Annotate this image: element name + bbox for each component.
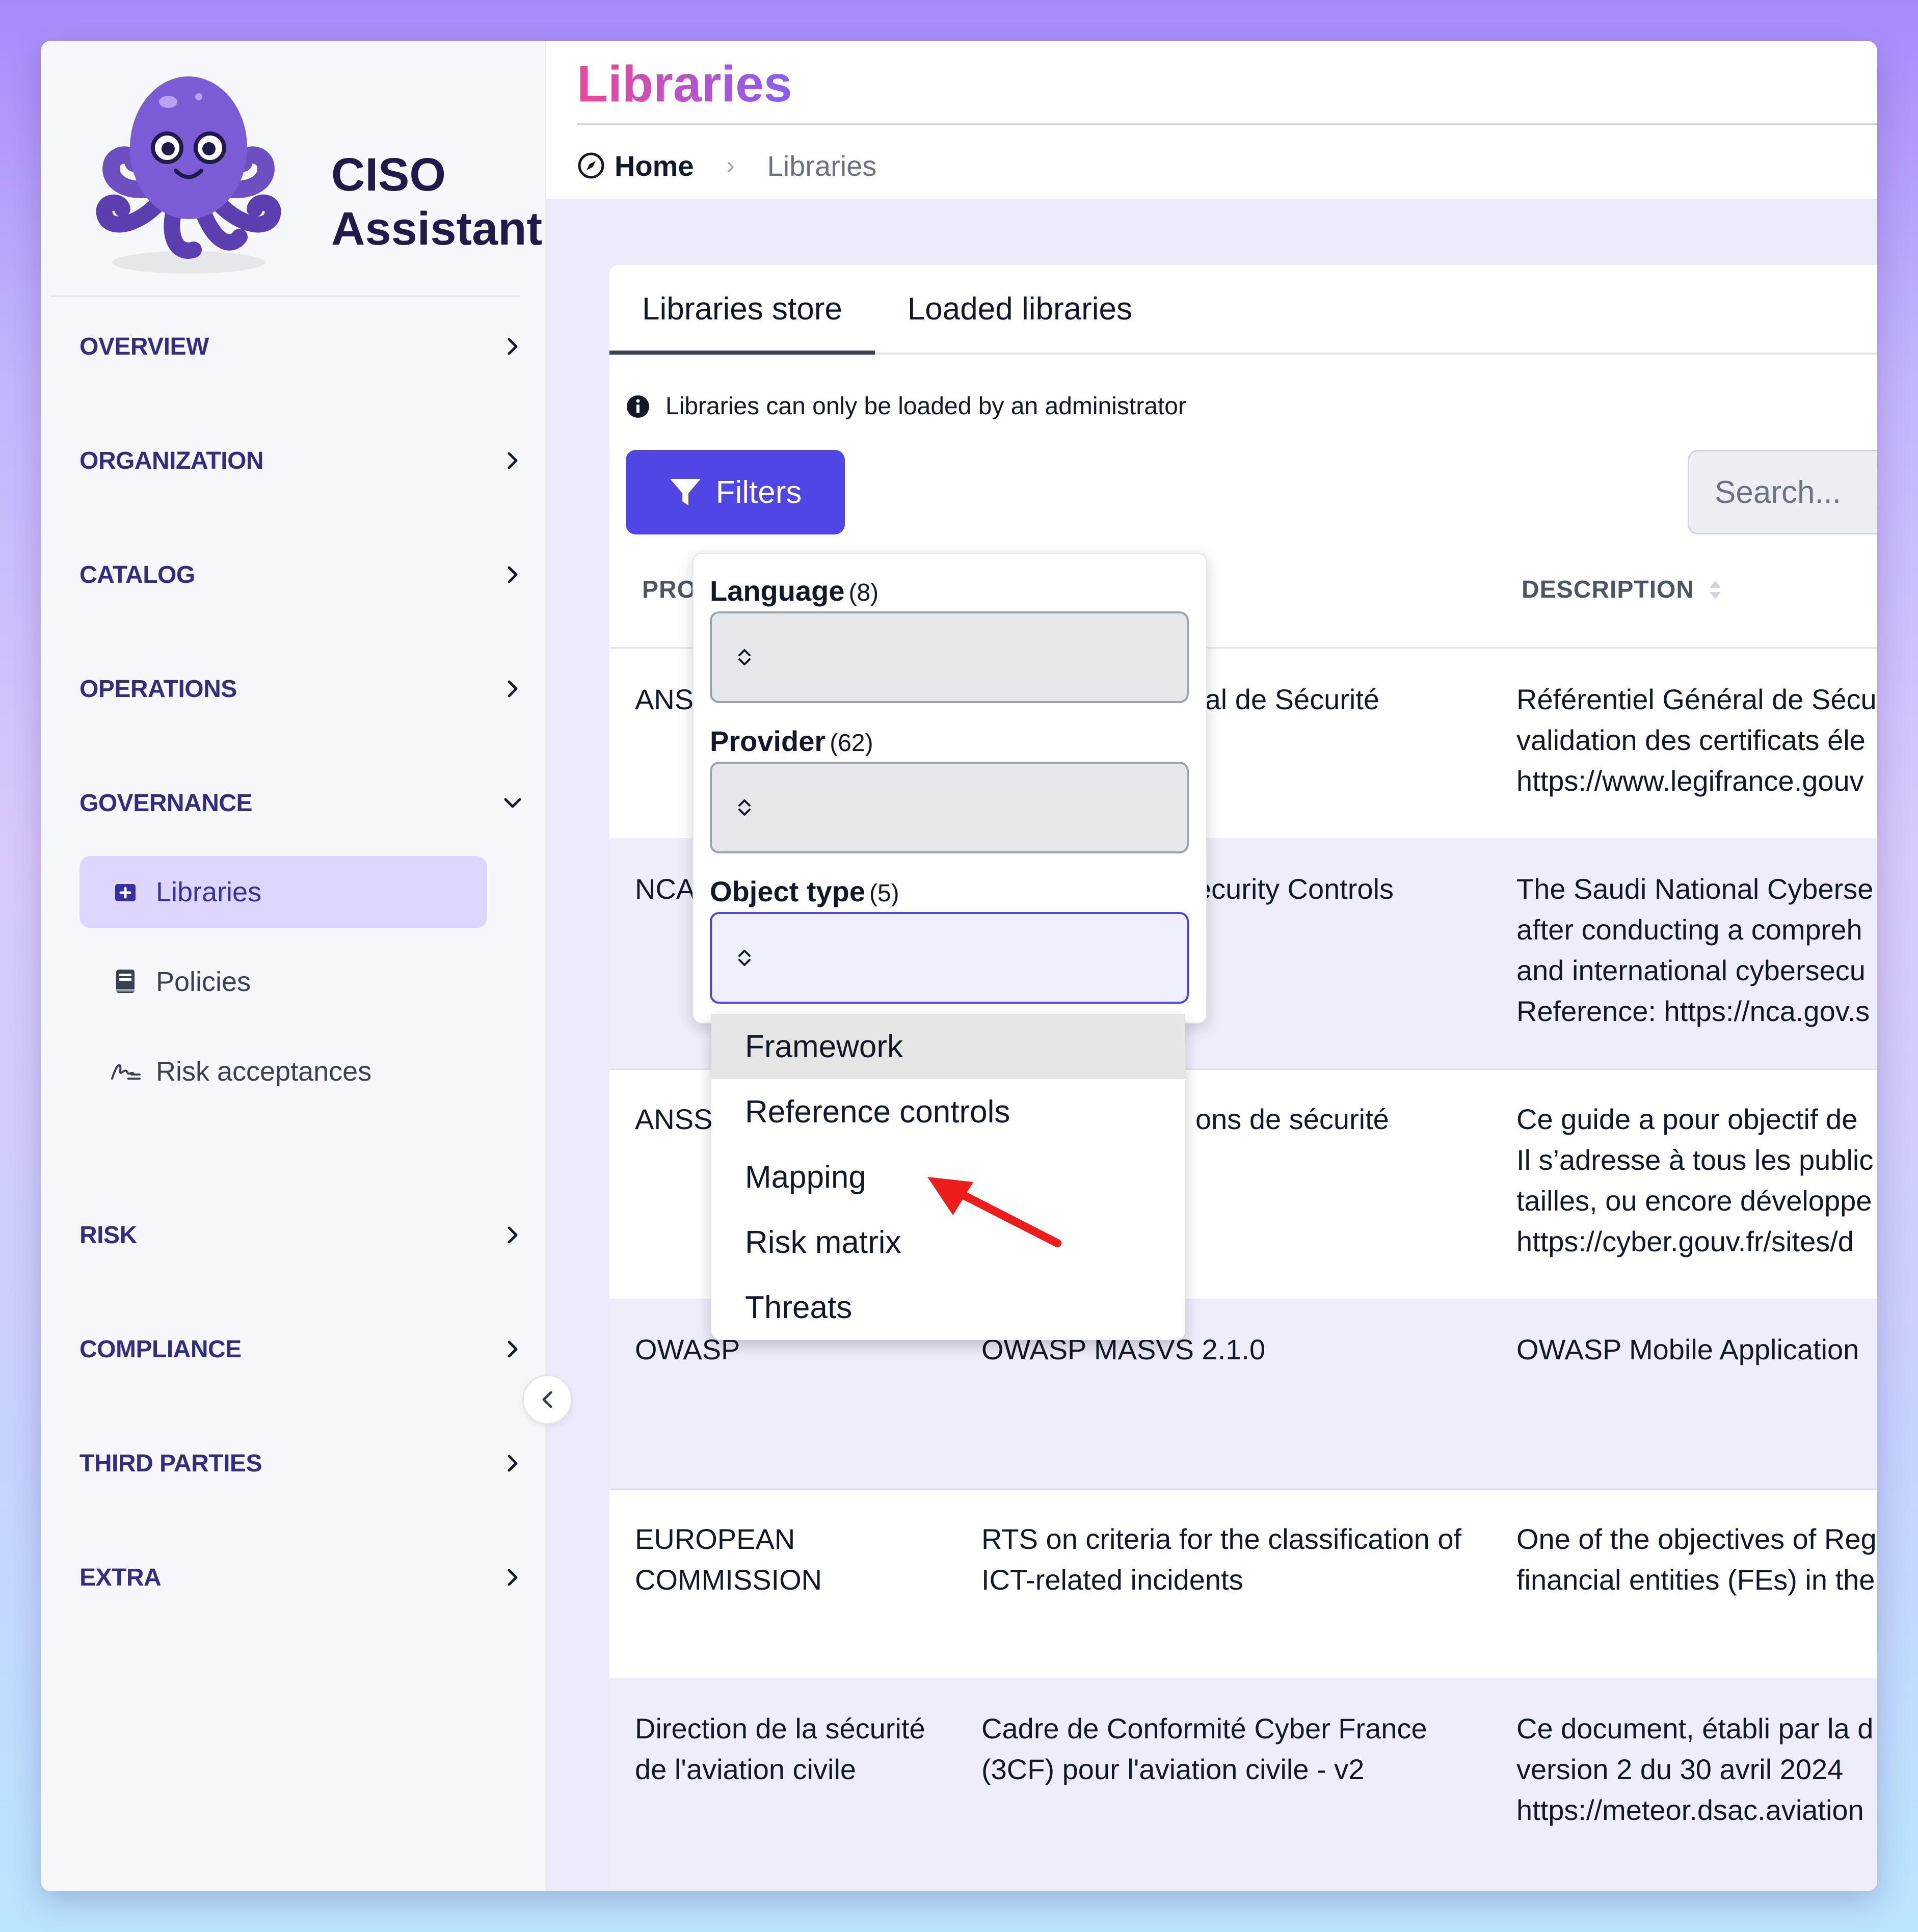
chevron-right-icon: [497, 331, 528, 362]
language-filter-label: Language (8): [710, 575, 879, 607]
search-input[interactable]: [1688, 450, 1877, 534]
book-icon: [110, 969, 141, 995]
object-type-filter-label: Object type (5): [710, 875, 899, 907]
cell-description: Ce guide a pour objectif de Il s’adresse …: [1516, 1103, 1874, 1257]
sidebar-section-overview[interactable]: OVERVIEW: [79, 316, 528, 377]
cell-name: Cadre de Conformité Cyber France (3CF) p…: [981, 1712, 1427, 1785]
sort-icon: [1710, 580, 1721, 599]
object-type-select[interactable]: [710, 912, 1189, 1004]
chevron-right-icon: [497, 1334, 528, 1364]
option-threats[interactable]: Threats: [711, 1275, 1185, 1340]
filter-funnel-icon: [670, 479, 701, 505]
page-header: Libraries Home › Libraries: [546, 41, 1877, 199]
sidebar-item-label: Risk acceptances: [156, 1056, 372, 1087]
chevron-right-icon: [497, 674, 528, 704]
chevron-left-icon: [542, 1391, 552, 1408]
sidebar-item-risk-acceptances[interactable]: Risk acceptances: [79, 1035, 487, 1108]
provider-select[interactable]: [710, 762, 1189, 853]
cell-description: One of the objectives of Reg financial en…: [1516, 1523, 1877, 1596]
cell-description: Ce document, établi par la d version 2 du…: [1516, 1712, 1874, 1826]
chevron-right-icon: [497, 1562, 528, 1593]
cell-description: The Saudi National Cyberse after conducti…: [1516, 873, 1874, 1027]
cell-provider: Direction de la sécurité de l'aviation c…: [635, 1712, 925, 1785]
admin-notice-text: Libraries can only be loaded by an admin…: [665, 393, 1186, 420]
admin-notice: Libraries can only be loaded by an admin…: [626, 392, 1186, 420]
red-arrow-annotation-icon: [927, 1177, 1061, 1247]
provider-filter-label: Provider (62): [710, 725, 873, 757]
sidebar-section-extra[interactable]: EXTRA: [79, 1547, 528, 1608]
chevron-right-icon: [497, 445, 528, 476]
cell-name: RTS on criteria for the classification o…: [981, 1523, 1462, 1596]
cell-provider: EUROPEAN COMMISSION: [635, 1523, 822, 1596]
tab-loaded-libraries[interactable]: Loaded libraries: [875, 265, 1165, 353]
breadcrumb: Home › Libraries: [577, 138, 876, 194]
sidebar-section-label: THIRD PARTIES: [79, 1450, 262, 1477]
sidebar-section-risk[interactable]: RISK: [79, 1204, 528, 1266]
sidebar-section-label: ORGANIZATION: [79, 447, 264, 474]
chevron-right-icon: [497, 1448, 528, 1479]
select-updown-icon: [738, 799, 751, 816]
filters-popover: Language (8) Provider (62) Object type (5): [692, 553, 1207, 1024]
filters-button[interactable]: Filters: [626, 450, 845, 534]
sidebar-item-policies[interactable]: Policies: [79, 946, 487, 1018]
app-logo[interactable]: CISO Assistant: [76, 61, 542, 306]
library-add-icon: [110, 880, 141, 904]
breadcrumb-current: Libraries: [767, 149, 877, 182]
sidebar-section-governance[interactable]: GOVERNANCE: [79, 772, 528, 834]
sidebar-section-compliance[interactable]: COMPLIANCE: [79, 1319, 528, 1380]
sidebar-item-label: Libraries: [156, 877, 262, 907]
page-title: Libraries: [577, 56, 792, 113]
sidebar-item-libraries[interactable]: Libraries: [79, 856, 487, 928]
select-updown-icon: [738, 649, 751, 665]
sidebar-section-catalog[interactable]: CATALOG: [79, 544, 528, 605]
sidebar-section-label: OPERATIONS: [79, 675, 237, 703]
sidebar-section-operations[interactable]: OPERATIONS: [79, 658, 528, 719]
breadcrumb-home-label: Home: [615, 149, 694, 182]
table-row[interactable]: Direction de la sécurité de l'aviation c…: [609, 1678, 1877, 1891]
sidebar-item-label: Policies: [156, 967, 251, 997]
column-header-description[interactable]: DESCRIPTION: [1522, 576, 1723, 604]
filters-button-label: Filters: [715, 474, 802, 510]
column-header-provider[interactable]: PRO: [642, 576, 697, 604]
tab-bar: Libraries store Loaded libraries: [609, 265, 1877, 355]
header-divider: [577, 123, 1877, 125]
language-select[interactable]: [710, 611, 1189, 703]
sidebar: CISO Assistant OVERVIEW ORGANIZATION CAT…: [41, 41, 546, 1891]
collapse-sidebar-button[interactable]: [522, 1375, 572, 1425]
chevron-down-icon: [497, 788, 528, 818]
breadcrumb-home-link[interactable]: Home: [577, 149, 694, 182]
info-icon: [627, 395, 649, 418]
octopus-logo-icon: [96, 76, 281, 274]
chevron-right-icon: [497, 1220, 528, 1250]
breadcrumb-separator: ›: [726, 152, 735, 179]
cell-description: Référentiel Général de Sécu validation de…: [1516, 683, 1877, 797]
compass-icon: [578, 152, 604, 179]
select-updown-icon: [738, 950, 751, 966]
app-name: CISO Assistant: [331, 149, 543, 255]
sidebar-section-label: GOVERNANCE: [79, 789, 253, 817]
sidebar-section-label: RISK: [79, 1221, 137, 1249]
cell-description: OWASP Mobile Application: [1516, 1333, 1859, 1365]
sidebar-section-label: EXTRA: [79, 1564, 162, 1591]
sidebar-section-third-parties[interactable]: THIRD PARTIES: [79, 1433, 528, 1494]
sidebar-divider: [51, 296, 520, 297]
sidebar-section-label: OVERVIEW: [79, 333, 209, 360]
table-row[interactable]: EUROPEAN COMMISSION RTS on criteria for …: [609, 1488, 1877, 1679]
sidebar-section-label: COMPLIANCE: [79, 1335, 242, 1363]
signature-icon: [110, 1060, 141, 1083]
chevron-right-icon: [497, 559, 528, 590]
sidebar-section-label: CATALOG: [79, 561, 195, 588]
option-framework[interactable]: Framework: [711, 1014, 1185, 1079]
option-reference-controls[interactable]: Reference controls: [711, 1079, 1185, 1144]
sidebar-section-organization[interactable]: ORGANIZATION: [79, 430, 528, 491]
tab-libraries-store[interactable]: Libraries store: [609, 265, 875, 355]
